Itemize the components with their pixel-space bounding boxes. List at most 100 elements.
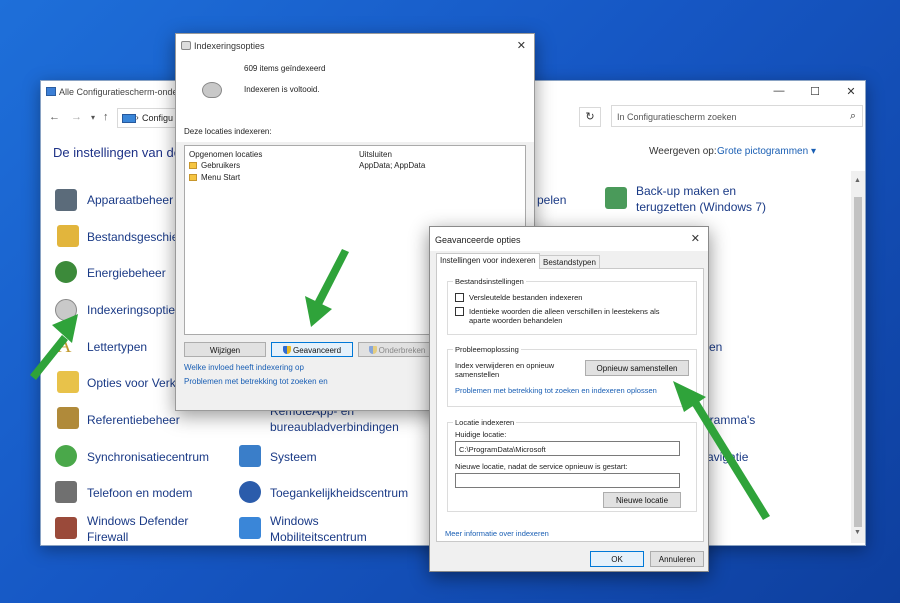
cp-item-systeem[interactable]: Systeem bbox=[270, 449, 317, 465]
search-placeholder: In Configuratiescherm zoeken bbox=[617, 112, 737, 122]
cp-item-apparaatbeheer[interactable]: Apparaatbeheer bbox=[87, 192, 173, 208]
tab-file-types[interactable]: Bestandstypen bbox=[539, 255, 600, 269]
view-by-dropdown[interactable]: Grote pictogrammen ▾ bbox=[717, 146, 816, 157]
scroll-down-icon[interactable]: ▼ bbox=[854, 529, 861, 536]
new-location-button[interactable]: Nieuwe locatie bbox=[603, 492, 681, 508]
pause-button-label: Onderbreken bbox=[378, 346, 426, 355]
location-name: Menu Start bbox=[201, 173, 241, 182]
cp-item-lettertypen[interactable]: Lettertypen bbox=[87, 339, 147, 355]
diacritics-checkbox[interactable] bbox=[455, 307, 464, 316]
modify-button[interactable]: Wijzigen bbox=[184, 342, 266, 357]
cp-item-programmas[interactable]: gramma's bbox=[703, 412, 755, 428]
forward-icon[interactable]: → bbox=[71, 111, 82, 123]
folder-icon bbox=[189, 162, 197, 169]
encrypted-files-checkbox[interactable] bbox=[455, 293, 464, 302]
scrollbar-thumb[interactable] bbox=[854, 197, 862, 527]
tab-indexing-settings[interactable]: Instellingen voor indexeren bbox=[436, 253, 540, 269]
more-info-link[interactable]: Meer informatie over indexeren bbox=[445, 529, 549, 538]
breadcrumb-chevron-icon: › bbox=[136, 113, 139, 122]
file-history-icon bbox=[57, 225, 79, 247]
cp-item-pelen[interactable]: pelen bbox=[537, 192, 566, 208]
up-icon[interactable]: ↑ bbox=[103, 111, 109, 123]
search-icon[interactable]: ⌕ bbox=[850, 110, 856, 123]
new-location-field[interactable] bbox=[455, 473, 680, 488]
indexed-count: 609 items geïndexeerd bbox=[244, 64, 326, 73]
credential-manager-icon bbox=[57, 407, 79, 429]
table-row[interactable]: Gebruikers AppData; AppData bbox=[185, 160, 525, 171]
advanced-button[interactable]: Geavanceerd bbox=[271, 342, 353, 357]
uac-shield-icon bbox=[368, 346, 377, 354]
refresh-icon[interactable]: ↻ bbox=[579, 107, 601, 127]
backup-line1: Back-up maken en bbox=[636, 184, 737, 198]
indexing-options-icon bbox=[55, 299, 77, 321]
diacritics-label-line2: aparte woorden behandelen bbox=[469, 316, 563, 325]
cp-item-defender-firewall[interactable]: Windows Defender Firewall bbox=[87, 513, 188, 545]
power-options-icon bbox=[55, 261, 77, 283]
maximize-icon[interactable]: ☐ bbox=[807, 85, 823, 98]
cancel-button[interactable]: Annuleren bbox=[650, 551, 704, 567]
cp-item-mobiliteitscentrum[interactable]: Windows Mobiliteitscentrum bbox=[270, 513, 367, 545]
cp-item-right-en[interactable]: en bbox=[709, 339, 722, 355]
close-icon[interactable]: ✕ bbox=[517, 39, 526, 52]
sync-center-icon bbox=[55, 445, 77, 467]
folder-icon bbox=[189, 174, 197, 181]
cp-item-referentiebeheer[interactable]: Referentiebeheer bbox=[87, 412, 180, 428]
indexing-title-icon bbox=[181, 41, 191, 50]
cp-item-toegankelijkheid[interactable]: Toegankelijkheidscentrum bbox=[270, 485, 408, 501]
accessibility-icon bbox=[239, 481, 261, 503]
column-header-exclude[interactable]: Uitsluiten bbox=[359, 150, 392, 159]
close-icon[interactable]: ✕ bbox=[691, 232, 700, 245]
table-row[interactable]: Menu Start bbox=[185, 172, 525, 183]
backup-restore-icon bbox=[605, 187, 627, 209]
uac-shield-icon bbox=[282, 346, 291, 354]
firewall-icon bbox=[55, 517, 77, 539]
locations-label: Deze locaties indexeren: bbox=[184, 127, 272, 136]
remoteapp-line2: bureaubladverbindingen bbox=[270, 420, 399, 434]
firewall-label-line1: Windows Defender bbox=[87, 514, 189, 528]
close-icon[interactable]: ✕ bbox=[843, 85, 859, 98]
address-bar[interactable]: › Configu bbox=[117, 108, 177, 128]
view-by-label: Weergeven op: bbox=[649, 146, 717, 157]
location-name: Gebruikers bbox=[201, 161, 241, 170]
mobility-line2: Mobiliteitscentrum bbox=[270, 530, 367, 544]
troubleshoot-search-link[interactable]: Problemen met betrekking tot zoeken en bbox=[184, 377, 328, 386]
page-title: De instellingen van de bbox=[53, 145, 181, 160]
cp-item-navigatie[interactable]: avigatie bbox=[707, 449, 748, 465]
diacritics-label-line1: Identieke woorden die alleen verschillen… bbox=[469, 307, 660, 316]
cp-item-synchronisatiecentrum[interactable]: Synchronisatiecentrum bbox=[87, 449, 209, 465]
minimize-icon[interactable]: — bbox=[771, 85, 787, 97]
history-dropdown-icon[interactable]: ▾ bbox=[91, 113, 95, 122]
troubleshooting-label: Probleemoplossing bbox=[453, 345, 521, 354]
column-header-included[interactable]: Opgenomen locaties bbox=[189, 150, 262, 159]
advanced-options-dialog: Geavanceerde opties ✕ Instellingen voor … bbox=[429, 226, 709, 572]
current-location-label: Huidige locatie: bbox=[455, 430, 507, 439]
explorer-options-icon bbox=[57, 371, 79, 393]
advanced-title: Geavanceerde opties bbox=[435, 235, 521, 245]
cp-item-telefoon-modem[interactable]: Telefoon en modem bbox=[87, 485, 192, 501]
ok-button[interactable]: OK bbox=[590, 551, 644, 567]
cp-item-backup[interactable]: Back-up maken en terugzetten (Windows 7) bbox=[636, 183, 766, 215]
back-icon[interactable]: ← bbox=[49, 111, 60, 123]
cp-item-bestandsgeschiedenis[interactable]: Bestandsgeschied bbox=[87, 229, 185, 245]
system-icon bbox=[239, 445, 261, 467]
advanced-titlebar: Geavanceerde opties ✕ bbox=[430, 227, 708, 251]
cp-item-indexeringsopties[interactable]: Indexeringsopties bbox=[87, 302, 181, 318]
fonts-icon: A bbox=[57, 335, 72, 357]
firewall-label-line2: Firewall bbox=[87, 530, 129, 544]
pause-button[interactable]: Onderbreken bbox=[358, 342, 436, 357]
rebuild-button[interactable]: Opnieuw samenstellen bbox=[585, 360, 689, 376]
cp-item-energiebeheer[interactable]: Energiebeheer bbox=[87, 265, 166, 281]
cp-item-opties-verkenner[interactable]: Opties voor Verke bbox=[87, 375, 182, 391]
vertical-scrollbar[interactable]: ▲ ▼ bbox=[851, 171, 865, 543]
mobility-line1: Windows bbox=[270, 514, 319, 528]
index-location-label: Locatie indexeren bbox=[453, 418, 517, 427]
advanced-tab-panel: Bestandsinstellingen Versleutelde bestan… bbox=[436, 268, 704, 542]
search-input[interactable]: In Configuratiescherm zoeken ⌕ bbox=[611, 105, 863, 127]
current-location-field[interactable]: C:\ProgramData\Microsoft bbox=[455, 441, 680, 456]
troubleshoot-indexing-link[interactable]: Problemen met betrekking tot zoeken en i… bbox=[455, 386, 657, 395]
indexing-influence-link[interactable]: Welke invloed heeft indexering op bbox=[184, 363, 304, 372]
indexing-status-icon bbox=[202, 82, 222, 98]
scroll-up-icon[interactable]: ▲ bbox=[854, 177, 861, 184]
file-settings-label: Bestandsinstellingen bbox=[453, 277, 526, 286]
chevron-down-icon: ▾ bbox=[810, 146, 816, 157]
